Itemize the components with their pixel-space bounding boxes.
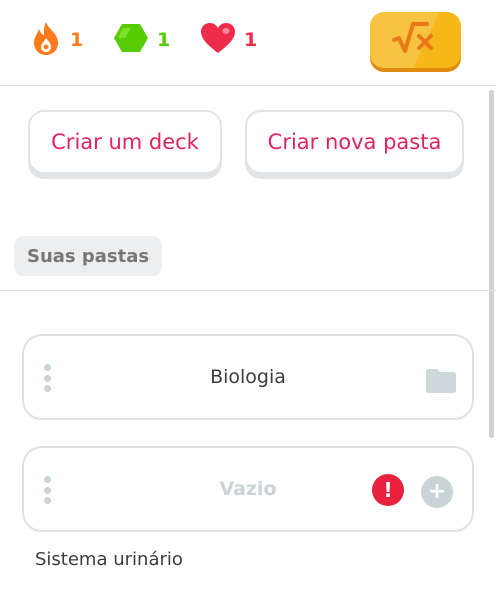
heart-icon	[200, 22, 236, 58]
folder-card-biologia[interactable]: Biologia	[22, 334, 474, 420]
folder-card-vazio[interactable]: Vazio ! +	[22, 446, 474, 532]
hearts-counter[interactable]: 1	[200, 20, 257, 60]
streak-count: 1	[70, 29, 84, 51]
scrollbar[interactable]	[489, 90, 494, 438]
calculator-button[interactable]	[370, 12, 461, 68]
top-bar: 1 1 1	[0, 0, 496, 86]
divider	[0, 290, 496, 291]
folder-icon	[424, 366, 458, 398]
create-folder-button[interactable]: Criar nova pasta	[245, 110, 464, 174]
create-deck-button[interactable]: Criar um deck	[28, 110, 222, 174]
gems-count: 1	[157, 29, 171, 51]
square-root-icon	[391, 20, 441, 60]
list-item-label[interactable]: Sistema urinário	[35, 549, 183, 570]
streak-flame-icon	[30, 20, 62, 60]
add-icon[interactable]: +	[421, 476, 453, 508]
gem-icon	[113, 22, 149, 58]
streak-counter[interactable]: 1	[30, 20, 83, 60]
gems-counter[interactable]: 1	[113, 20, 170, 60]
folder-name: Vazio	[219, 478, 277, 500]
section-title: Suas pastas	[27, 245, 150, 267]
hearts-count: 1	[244, 29, 258, 51]
folder-name: Biologia	[210, 366, 286, 388]
section-heading: Suas pastas	[14, 236, 162, 276]
alert-icon[interactable]: !	[372, 474, 404, 506]
